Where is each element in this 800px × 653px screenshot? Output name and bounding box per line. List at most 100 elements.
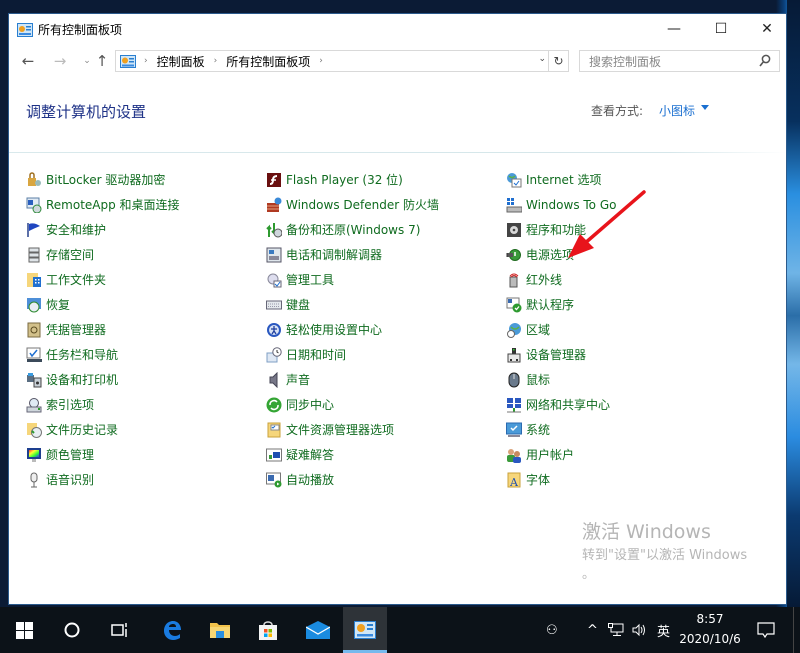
- control-panel-item[interactable]: 默认程序: [506, 292, 616, 317]
- notification-icon: [757, 621, 775, 638]
- speaker-icon: [266, 371, 282, 388]
- show-desktop-button[interactable]: [793, 607, 794, 653]
- control-panel-item[interactable]: 轻松使用设置中心: [266, 317, 439, 342]
- control-panel-item[interactable]: RemoteApp 和桌面连接: [26, 192, 180, 217]
- control-panel-item[interactable]: 区域: [506, 317, 616, 342]
- control-panel-item[interactable]: 管理工具: [266, 267, 439, 292]
- control-panel-item[interactable]: 索引选项: [26, 392, 180, 417]
- devices-printers-icon: [26, 372, 42, 388]
- edge-icon: [164, 621, 181, 640]
- control-panel-item-label: Flash Player (32 位): [286, 173, 403, 187]
- control-panel-item[interactable]: 用户帐户: [506, 442, 616, 467]
- breadcrumb-separator-icon[interactable]: ›: [319, 56, 323, 66]
- bitlocker-icon: [26, 171, 42, 188]
- control-panel-item[interactable]: 恢复: [26, 292, 180, 317]
- control-panel-item-label: 声音: [286, 373, 311, 387]
- control-panel-item[interactable]: 设备管理器: [506, 342, 616, 367]
- user-accounts-icon: [506, 447, 522, 463]
- breadcrumb-separator-icon[interactable]: ›: [214, 56, 218, 66]
- taskbar-icon: [26, 347, 42, 363]
- control-panel-item[interactable]: 颜色管理: [26, 442, 180, 467]
- control-panel-item[interactable]: BitLocker 驱动器加密: [26, 167, 180, 192]
- system-clock[interactable]: 8:57 2020/10/6: [675, 609, 745, 649]
- search-button[interactable]: [48, 607, 96, 653]
- fonts-icon: A: [506, 472, 522, 489]
- forward-button[interactable]: →: [50, 51, 70, 71]
- store-taskbar-button[interactable]: [244, 607, 292, 653]
- up-button[interactable]: ↑: [92, 51, 112, 71]
- keyboard-icon: [266, 297, 282, 313]
- flash-icon: [266, 172, 282, 188]
- activation-trailing: 。: [582, 567, 596, 582]
- refresh-button[interactable]: ↻: [548, 51, 568, 71]
- control-panel-item[interactable]: 设备和打印机: [26, 367, 180, 392]
- control-panel-item-label: 网络和共享中心: [526, 398, 611, 412]
- control-panel-item[interactable]: 存储空间: [26, 242, 180, 267]
- control-panel-item[interactable]: 电话和调制解调器: [266, 242, 439, 267]
- control-panel-item[interactable]: 安全和维护: [26, 217, 180, 242]
- breadcrumb-control-panel[interactable]: 控制面板: [157, 53, 205, 70]
- control-panel-taskbar-button[interactable]: [343, 607, 387, 653]
- maximize-button[interactable]: ☐: [698, 14, 744, 44]
- control-panel-item[interactable]: 语音识别: [26, 467, 180, 492]
- control-panel-item[interactable]: 红外线: [506, 267, 616, 292]
- control-panel-item-label: 管理工具: [286, 273, 335, 287]
- mail-taskbar-button[interactable]: [294, 607, 342, 653]
- annotation-arrow-shaft: [582, 190, 646, 246]
- control-panel-item[interactable]: 同步中心: [266, 392, 439, 417]
- show-hidden-icons-button[interactable]: ^: [587, 607, 598, 653]
- control-panel-item[interactable]: 任务栏和导航: [26, 342, 180, 367]
- address-bar[interactable]: › 控制面板 › 所有控制面板项 › ⌄ ↻: [115, 50, 569, 72]
- search-input[interactable]: 搜索控制面板: [579, 50, 780, 72]
- control-panel-item[interactable]: Flash Player (32 位): [266, 167, 439, 192]
- clock-time: 8:57: [696, 612, 724, 626]
- file-explorer-taskbar-button[interactable]: [196, 607, 244, 653]
- control-panel-item[interactable]: 文件历史记录: [26, 417, 180, 442]
- view-by-dropdown[interactable]: 小图标: [659, 102, 695, 119]
- start-button[interactable]: [0, 607, 48, 653]
- infrared-icon: [506, 272, 522, 288]
- date-time-icon: [266, 346, 282, 363]
- control-panel-item[interactable]: 工作文件夹: [26, 267, 180, 292]
- input-method-button[interactable]: 英: [657, 607, 670, 653]
- items-column-2: Flash Player (32 位) Windows Defender 防火墙备…: [266, 167, 439, 492]
- control-panel-item[interactable]: 凭据管理器: [26, 317, 180, 342]
- title-bar[interactable]: 所有控制面板项 — ☐ ✕: [9, 14, 786, 46]
- task-view-button[interactable]: [96, 607, 144, 653]
- control-panel-item[interactable]: 日期和时间: [266, 342, 439, 367]
- items-column-1: BitLocker 驱动器加密 RemoteApp 和桌面连接 安全和维护存储空间工…: [26, 167, 180, 492]
- control-panel-item[interactable]: 网络和共享中心: [506, 392, 616, 417]
- control-panel-item[interactable]: 文件资源管理器选项: [266, 417, 439, 442]
- control-panel-item[interactable]: 声音: [266, 367, 439, 392]
- control-panel-item[interactable]: 系统: [506, 417, 616, 442]
- control-panel-item[interactable]: 备份和还原(Windows 7): [266, 217, 439, 242]
- control-panel-item-label: 存储空间: [46, 248, 95, 262]
- control-panel-item[interactable]: Windows Defender 防火墙: [266, 192, 439, 217]
- control-panel-item[interactable]: A 字体: [506, 467, 616, 492]
- breadcrumb-all-items[interactable]: 所有控制面板项: [226, 53, 310, 70]
- action-center-button[interactable]: [757, 607, 775, 653]
- control-panel-item[interactable]: 疑难解答: [266, 442, 439, 467]
- minimize-button[interactable]: —: [651, 14, 697, 44]
- people-button[interactable]: ⚇: [546, 607, 558, 653]
- control-panel-item-label: 鼠标: [526, 373, 551, 387]
- backup-icon: [266, 222, 283, 238]
- close-button[interactable]: ✕: [744, 14, 790, 44]
- control-panel-item-label: 文件历史记录: [46, 423, 119, 437]
- network-tray-button[interactable]: [608, 607, 624, 653]
- address-dropdown-icon[interactable]: ⌄: [538, 54, 546, 64]
- volume-tray-button[interactable]: [632, 607, 648, 653]
- minimize-icon: —: [667, 21, 681, 37]
- control-panel-item[interactable]: 鼠标: [506, 367, 616, 392]
- control-panel-item[interactable]: 自动播放: [266, 467, 439, 492]
- device-manager-icon: [506, 347, 522, 363]
- back-button[interactable]: ←: [18, 51, 38, 71]
- edge-taskbar-button[interactable]: [148, 607, 196, 653]
- control-panel-item[interactable]: 键盘: [266, 292, 439, 317]
- control-panel-item-label: 轻松使用设置中心: [286, 323, 383, 337]
- caret-down-icon[interactable]: [701, 105, 709, 110]
- search-icon[interactable]: [759, 54, 771, 68]
- flag-icon: [26, 222, 42, 238]
- control-panel-item-label: 语音识别: [46, 473, 95, 487]
- arrow-right-icon: →: [53, 52, 67, 70]
